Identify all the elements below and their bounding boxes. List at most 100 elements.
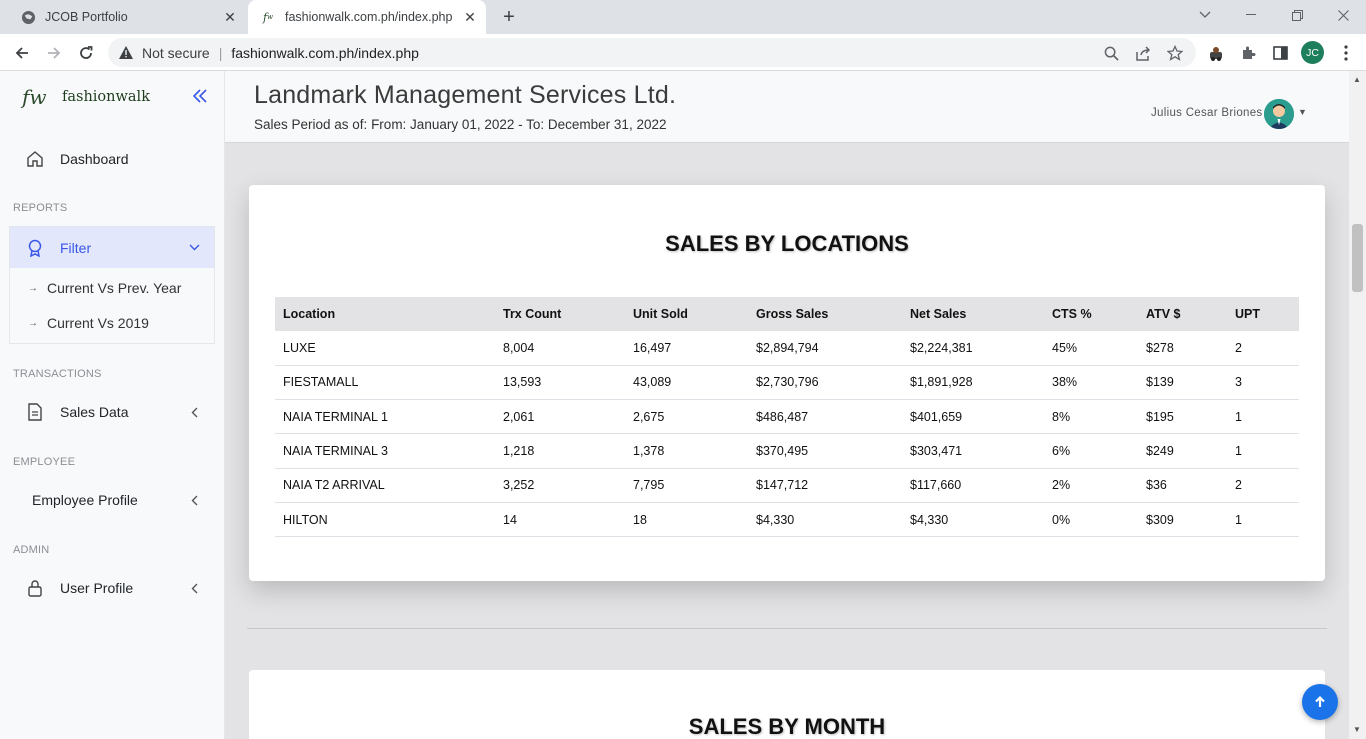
table-cell: $401,659 [902,399,1044,435]
table-row: NAIA TERMINAL 1 2,061 2,675 $486,487 $40… [275,399,1299,435]
section-admin: ADMIN [13,544,50,556]
new-tab-button[interactable]: + [498,6,520,28]
main-content: Landmark Management Services Ltd. Sales … [225,71,1349,739]
table-cell: 3 [1227,365,1299,401]
column-header[interactable]: Location [275,297,495,331]
security-label[interactable]: Not secure [142,45,210,61]
share-icon[interactable] [1134,44,1152,62]
column-header[interactable]: ATV $ [1138,297,1227,331]
puzzle-icon[interactable] [1238,43,1258,63]
scroll-down-arrow-icon[interactable]: ▼ [1353,725,1361,734]
table-cell: $117,660 [902,468,1044,503]
table-cell: $139 [1138,365,1227,401]
close-icon[interactable]: ✕ [460,7,480,27]
table-header-row: Location Trx Count Unit Sold Gross Sales… [275,297,1299,331]
table-cell: 38% [1044,365,1138,401]
url-text[interactable]: fashionwalk.com.ph/index.php [231,45,419,61]
table-cell: 14 [495,502,625,538]
table-cell: NAIA TERMINAL 1 [275,399,495,435]
page-title: Landmark Management Services Ltd. [254,81,677,109]
table-cell: 1 [1227,502,1299,538]
globe-icon [20,9,36,25]
arrow-right-icon: → [28,317,38,329]
column-header[interactable]: UPT [1227,297,1299,331]
scrollbar-thumb[interactable] [1352,224,1363,292]
sidebar-subitem-current-vs-prev-year[interactable]: → Current Vs Prev. Year [10,273,214,303]
table-cell: 13,593 [495,365,625,401]
column-header[interactable]: Unit Sold [625,297,748,331]
sales-by-locations-table: Location Trx Count Unit Sold Gross Sales… [275,297,1299,538]
table-cell: NAIA T2 ARRIVAL [275,468,495,503]
sidebar-item-employee-profile[interactable]: Employee Profile [10,480,214,520]
table-cell: $249 [1138,433,1227,469]
table-cell: 8,004 [495,331,625,366]
table-cell: $147,712 [748,468,902,503]
sidebar: fw fashionwalk Dashboard REPORTS Filter … [0,71,225,739]
column-header[interactable]: Trx Count [495,297,625,331]
tab-jcob-portfolio[interactable]: JCOB Portfolio ✕ [8,0,246,34]
double-chevron-left-icon[interactable] [190,86,210,106]
sales-period: Sales Period as of: From: January 01, 20… [254,117,667,132]
sidebar-item-filter[interactable]: Filter [10,227,214,268]
filter-group: Filter → Current Vs Prev. Year → Current… [9,226,215,344]
chevron-left-icon [184,495,204,506]
sidebar-item-label: Sales Data [60,404,129,420]
table-cell: $1,891,928 [902,365,1044,401]
home-icon [24,150,46,168]
tab-fashionwalk[interactable]: fw fashionwalk.com.ph/index.php ✕ [248,0,486,34]
sales-by-month-card: SALES BY MONTH [249,670,1325,739]
sidebar-subitem-current-vs-2019[interactable]: → Current Vs 2019 [10,308,214,338]
table-cell: 3,252 [495,468,625,503]
section-title: SALES BY LOCATIONS [665,231,909,256]
column-header[interactable]: Gross Sales [748,297,902,331]
address-bar[interactable]: Not secure | fashionwalk.com.ph/index.ph… [108,38,1196,67]
restore-icon[interactable] [1274,0,1320,30]
sidebar-item-user-profile[interactable]: User Profile [10,568,214,608]
table-cell: $4,330 [748,502,902,538]
bookmark-star-icon[interactable] [1166,44,1184,62]
profile-avatar[interactable]: JC [1301,41,1324,64]
caret-down-icon[interactable]: ▼ [1298,107,1307,117]
window-close-icon[interactable] [1320,0,1366,30]
page-scrollbar[interactable]: ▲ ▼ [1349,71,1366,739]
table-row: FIESTAMALL 13,593 43,089 $2,730,796 $1,8… [275,365,1299,401]
table-cell: $2,730,796 [748,365,902,401]
brand[interactable]: fw fashionwalk [22,85,150,109]
close-icon[interactable]: ✕ [220,7,240,27]
reload-icon[interactable] [72,39,100,67]
table-cell: $486,487 [748,399,902,435]
table-cell: 2% [1044,468,1138,503]
extension-icon[interactable] [1206,43,1226,63]
brand-name: fashionwalk [62,89,150,105]
divider [247,628,1327,629]
user-name[interactable]: Julius Cesar Briones [1151,107,1262,119]
table-cell: 1 [1227,433,1299,469]
document-icon [24,403,46,421]
sidebar-item-label: Filter [60,239,92,256]
brand-logo: fw [22,85,47,109]
scroll-to-top-button[interactable] [1302,684,1338,720]
tab-title: fashionwalk.com.ph/index.php [285,10,453,24]
minimize-icon[interactable] [1228,0,1274,30]
table-cell: 45% [1044,331,1138,366]
tab-search-icon[interactable] [1182,0,1228,30]
more-menu-icon[interactable] [1336,43,1356,63]
award-icon [24,239,46,257]
side-panel-icon[interactable] [1270,43,1290,63]
sidebar-item-dashboard[interactable]: Dashboard [10,139,214,179]
table-cell: 2 [1227,468,1299,503]
sidebar-item-sales-data[interactable]: Sales Data [10,392,214,432]
table-cell: LUXE [275,331,495,366]
browser-tab-bar: JCOB Portfolio ✕ fw fashionwalk.com.ph/i… [0,0,1366,34]
column-header[interactable]: CTS % [1044,297,1138,331]
table-cell: 16,497 [625,331,748,366]
table-cell: 7,795 [625,468,748,503]
sidebar-subitem-label: Current Vs 2019 [47,315,149,331]
forward-arrow-icon[interactable] [40,39,68,67]
scroll-up-arrow-icon[interactable]: ▲ [1353,75,1361,84]
column-header[interactable]: Net Sales [902,297,1044,331]
back-arrow-icon[interactable] [8,39,36,67]
zoom-icon[interactable] [1102,44,1120,62]
warning-icon[interactable] [118,45,136,60]
avatar[interactable] [1264,99,1294,129]
